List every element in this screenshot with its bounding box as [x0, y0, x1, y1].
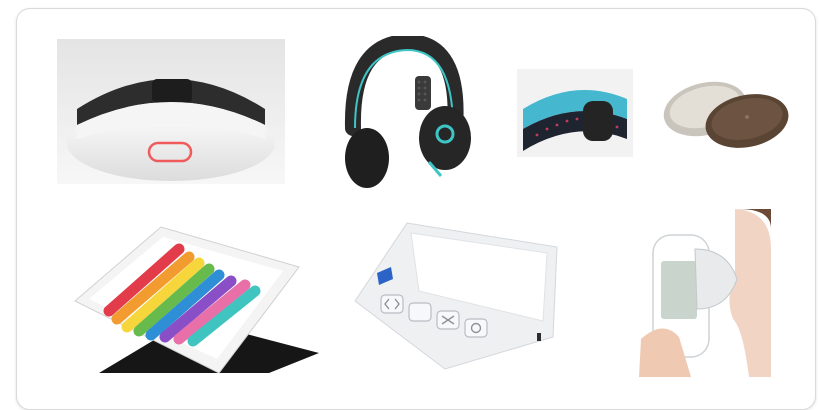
pebble-device-image	[657, 69, 793, 155]
product-gallery-card	[16, 8, 816, 410]
spirometer-image	[639, 209, 771, 377]
tablet-stand-image	[69, 223, 321, 381]
wristband-image	[517, 69, 633, 157]
headphones-image	[331, 36, 473, 196]
handheld-monitor-image	[347, 213, 569, 373]
smoke-detector-image	[57, 39, 285, 184]
